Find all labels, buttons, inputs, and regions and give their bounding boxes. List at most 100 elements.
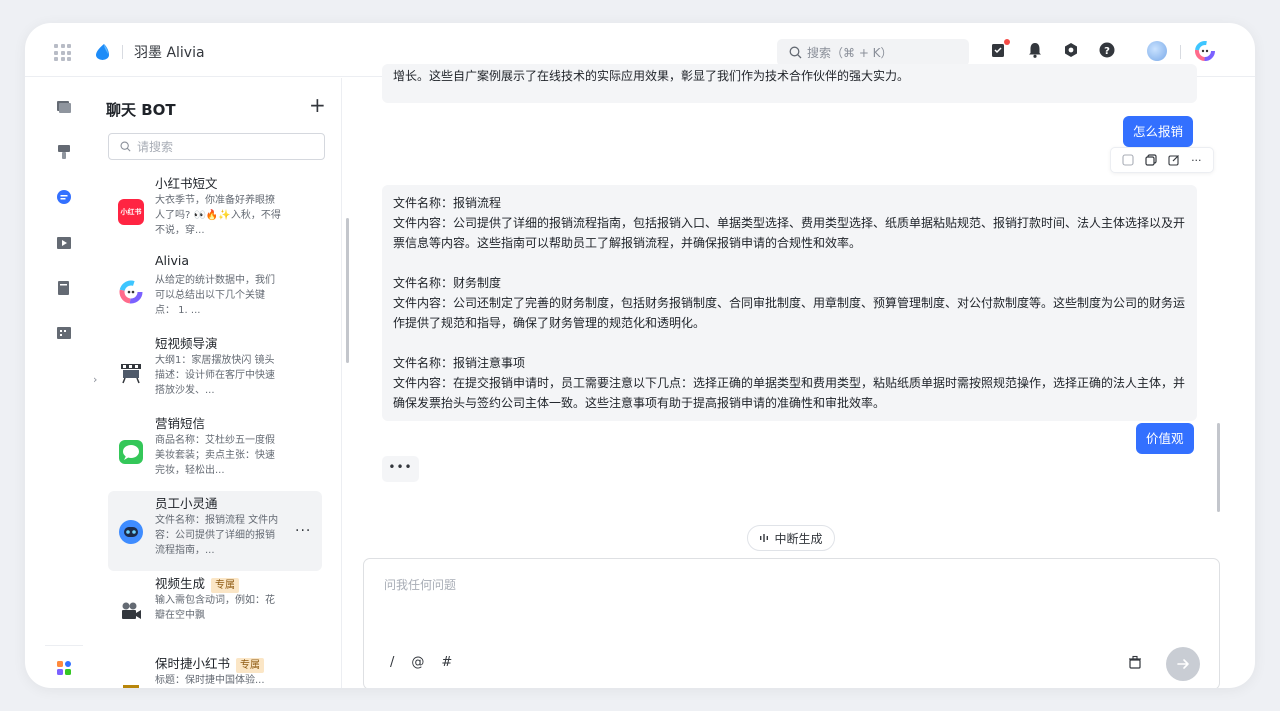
previous-answer-bubble: 增长。这些自广案例展示了在线技术的实际应用效果，彰显了我们作为技术合作伙伴的强大… — [382, 64, 1197, 103]
bot-list: 小红书 小红书短文 大衣季节，你准备好养眼撩人了吗? 👀🔥✨入秋，不得不说，穿.… — [108, 171, 322, 688]
answer-file-content: 文件内容：公司提供了详细的报销流程指南，包括报销入口、单据类型选择、费用类型选择… — [393, 216, 1186, 250]
slash-command-button[interactable]: / — [390, 655, 394, 670]
answer-file-name: 文件名称：报销注意事项 — [393, 356, 526, 370]
quote-icon[interactable] — [1122, 154, 1134, 166]
previous-answer-text: 增长。这些自广案例展示了在线技术的实际应用效果，彰显了我们作为技术合作伙伴的强大… — [393, 69, 910, 83]
topic-button[interactable]: # — [441, 655, 452, 670]
arrow-right-icon — [1177, 659, 1189, 669]
composer-placeholder: 问我任何问题 — [384, 578, 457, 592]
answer-paragraph: 文件名称：财务制度 文件内容：公司还制定了完善的财务制度，包括财务报销制度、合同… — [393, 273, 1186, 333]
chat-area: 增长。这些自广案例展示了在线技术的实际应用效果，彰显了我们作为技术合作伙伴的强大… — [342, 64, 1255, 688]
settings-hex-icon[interactable] — [1062, 41, 1080, 59]
answer-file-content: 文件内容：公司还制定了完善的财务制度，包括财务报销制度、合同审批制度、用章制度、… — [393, 296, 1186, 330]
left-rail — [25, 78, 102, 688]
send-button[interactable] — [1166, 647, 1200, 681]
app-window: 羽墨 Alivia 搜索（⌘ + K） ? 聊天 BOT + 请搜索 小红书 小… — [25, 23, 1255, 688]
bot-item-xiaohongshu[interactable]: 小红书 小红书短文 大衣季节，你准备好养眼撩人了吗? 👀🔥✨入秋，不得不说，穿.… — [108, 171, 322, 251]
bot-search-input[interactable]: 请搜索 — [108, 133, 325, 160]
bot-name: 保时捷小红书 专属 — [155, 653, 265, 673]
user-avatar[interactable] — [1147, 41, 1167, 61]
stop-generation-label: 中断生成 — [774, 531, 823, 546]
bot-item-porsche-xiaohongshu[interactable]: 保时捷小红书 专属 标题：保时捷中国体验... — [108, 651, 322, 688]
document-icon[interactable] — [56, 280, 72, 296]
add-bot-button[interactable]: + — [309, 95, 326, 115]
porsche-icon — [123, 685, 139, 688]
user-message: 怎么报销 — [1123, 116, 1194, 147]
task-edit-icon[interactable] — [990, 39, 1010, 59]
bot-item-alivia[interactable]: Alivia 从给定的统计数据中，我们可以总结出以下几个关键点： 1. ... — [108, 251, 322, 331]
mention-button[interactable]: @ — [411, 655, 424, 670]
message-icon — [119, 440, 143, 464]
panel-collapse-icon[interactable]: › — [93, 373, 97, 386]
search-icon — [120, 141, 131, 152]
robot-icon — [119, 520, 143, 544]
bot-desc: 文件名称：报销流程 文件内容：公司提供了详细的报销流程指南，... — [155, 515, 279, 556]
bot-list-panel: 聊天 BOT + 请搜索 小红书 小红书短文 大衣季节，你准备好养眼撩人了吗? … — [102, 78, 349, 688]
bot-desc: 大纲1：家居摆放快闪 镜头描述：设计师在客厅中快速搭放沙发、... — [155, 355, 275, 396]
bot-item-employee-assistant[interactable]: 员工小灵通 文件名称：报销流程 文件内容：公司提供了详细的报销流程指南，... … — [108, 491, 322, 571]
app-title: 羽墨 Alivia — [134, 45, 205, 61]
bot-name-text: 保时捷小红书 — [155, 656, 231, 671]
user-message: 价值观 — [1136, 423, 1194, 454]
bot-desc: 输入需包含动词，例如：花瓣在空中飘 — [155, 595, 275, 621]
rail-divider — [45, 645, 83, 646]
answer-file-content: 文件内容：在提交报销申请时，员工需要注意以下几点：选择正确的单据类型和费用类型，… — [393, 376, 1186, 410]
bot-desc: 大衣季节，你准备好养眼撩人了吗? 👀🔥✨入秋，不得不说，穿... — [155, 195, 281, 236]
chat-bot-icon[interactable] — [56, 189, 72, 205]
video-camera-icon — [122, 602, 141, 619]
answer-paragraph: 文件名称：报销注意事项 文件内容：在提交报销申请时，员工需要注意以下几点：选择正… — [393, 353, 1186, 413]
chat-window-icon[interactable] — [56, 99, 72, 115]
bot-item-video-generation[interactable]: 视频生成 专属 输入需包含动词，例如：花瓣在空中飘 — [108, 571, 322, 651]
bot-search-placeholder: 请搜索 — [137, 140, 174, 154]
app-logo-icon — [96, 44, 109, 60]
title-divider — [122, 45, 123, 59]
bot-name: 短视频导演 — [155, 336, 218, 351]
bell-icon[interactable] — [1026, 41, 1044, 59]
global-search-input[interactable]: 搜索（⌘ + K） — [777, 39, 969, 66]
edit-icon[interactable] — [1168, 154, 1180, 166]
exclusive-tag: 专属 — [211, 578, 240, 593]
alivia-logo-icon — [119, 280, 143, 304]
bot-name: Alivia — [155, 253, 190, 268]
bot-item-marketing-sms[interactable]: 营销短信 商品名称：艾杜纱五一度假美妆套装；卖点主张：快速完妆，轻松出... — [108, 411, 322, 491]
bot-name: 营销短信 — [155, 416, 206, 431]
alivia-brand-icon[interactable] — [1194, 40, 1216, 62]
composer-tools: / @ # — [390, 655, 469, 670]
search-placeholder: 搜索（⌘ + K） — [807, 46, 893, 60]
apps-icon[interactable] — [56, 660, 72, 676]
panel-title: 聊天 BOT — [106, 101, 176, 119]
typing-indicator: ••• — [382, 456, 419, 482]
app-panel-icon[interactable] — [56, 325, 72, 341]
video-icon[interactable] — [56, 235, 72, 251]
bot-item-video-director[interactable]: 短视频导演 大纲1：家居摆放快闪 镜头描述：设计师在客厅中快速搭放沙发、... — [108, 331, 322, 411]
help-icon[interactable]: ? — [1098, 41, 1116, 59]
stop-generation-button[interactable]: 中断生成 — [747, 525, 835, 551]
bot-desc: 标题：保时捷中国体验... — [155, 675, 265, 686]
film-director-icon — [121, 364, 141, 384]
clear-context-icon[interactable] — [1128, 655, 1142, 669]
exclusive-tag: 专属 — [236, 658, 265, 673]
app-grid-icon[interactable] — [54, 44, 71, 61]
chat-scrollbar[interactable] — [1217, 423, 1220, 512]
more-icon[interactable]: ··· — [1191, 154, 1202, 167]
waveform-icon — [760, 534, 769, 542]
answer-paragraph: 文件名称：报销流程 文件内容：公司提供了详细的报销流程指南，包括报销入口、单据类… — [393, 193, 1186, 253]
answer-file-name: 文件名称：报销流程 — [393, 196, 502, 210]
brush-icon[interactable] — [56, 144, 72, 160]
search-icon — [789, 46, 802, 59]
xiaohongshu-icon: 小红书 — [118, 199, 144, 225]
bot-name: 员工小灵通 — [155, 496, 218, 511]
copy-icon[interactable] — [1145, 154, 1157, 166]
svg-text:?: ? — [1104, 46, 1110, 57]
message-toolbar: ··· — [1110, 147, 1214, 173]
answer-file-name: 文件名称：财务制度 — [393, 276, 502, 290]
answer-bubble: 文件名称：报销流程 文件内容：公司提供了详细的报销流程指南，包括报销入口、单据类… — [382, 185, 1197, 421]
bot-more-button[interactable]: ... — [295, 519, 311, 535]
avatar-divider — [1180, 45, 1181, 59]
bot-name: 视频生成 专属 — [155, 573, 240, 593]
message-composer[interactable]: 问我任何问题 / @ # — [363, 558, 1220, 688]
bot-desc: 商品名称：艾杜纱五一度假美妆套装；卖点主张：快速完妆，轻松出... — [155, 435, 275, 476]
bot-name-text: 视频生成 — [155, 576, 206, 591]
top-icon-group: ? — [990, 39, 1134, 59]
bot-name: 小红书短文 — [155, 176, 218, 191]
